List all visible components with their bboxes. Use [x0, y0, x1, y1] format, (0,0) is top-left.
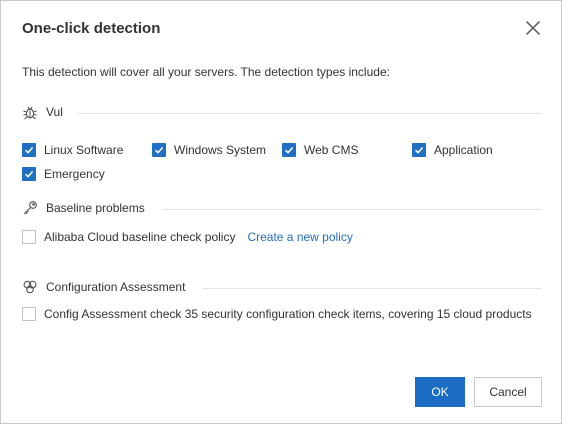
checkbox-checked-icon[interactable]: [22, 167, 36, 181]
intro-text: This detection will cover all your serve…: [22, 65, 390, 79]
bug-icon: [22, 104, 38, 120]
cancel-button[interactable]: Cancel: [474, 377, 542, 407]
checkbox-checked-icon[interactable]: [22, 143, 36, 157]
checkbox-linux-software[interactable]: Linux Software: [22, 143, 123, 157]
section-config-assessment: Configuration Assessment: [22, 279, 542, 297]
key-icon: [22, 200, 38, 216]
checkbox-windows-system[interactable]: Windows System: [152, 143, 266, 157]
section-divider: [162, 209, 542, 210]
section-baseline: Baseline problems: [22, 200, 542, 218]
section-baseline-label: Baseline problems: [46, 201, 155, 215]
checkbox-alibaba-baseline[interactable]: [22, 230, 36, 244]
checkbox-label: Emergency: [44, 167, 105, 181]
checkbox-label: Alibaba Cloud baseline check policy: [44, 230, 236, 244]
ok-button[interactable]: OK: [415, 377, 465, 407]
checkbox-emergency[interactable]: Emergency: [22, 167, 105, 181]
checkbox-label: Linux Software: [44, 143, 124, 157]
baseline-policy-row: Alibaba Cloud baseline check policy Crea…: [22, 230, 353, 244]
checkbox-label: Application: [434, 143, 493, 157]
checkbox-checked-icon[interactable]: [282, 143, 296, 157]
close-icon[interactable]: [523, 18, 543, 38]
checkbox-unchecked[interactable]: [22, 307, 36, 321]
checkbox-label: Web CMS: [304, 143, 359, 157]
one-click-detection-dialog: One-click detection This detection will …: [0, 0, 562, 424]
section-divider: [78, 113, 542, 114]
section-divider: [202, 288, 542, 289]
create-new-policy-link[interactable]: Create a new policy: [247, 230, 352, 244]
checkbox-checked-icon[interactable]: [152, 143, 166, 157]
checkbox-label: Config Assessment check 35 security conf…: [44, 307, 532, 321]
checkbox-web-cms[interactable]: Web CMS: [282, 143, 358, 157]
checkbox-label: Windows System: [174, 143, 267, 157]
section-config-label: Configuration Assessment: [46, 280, 196, 294]
checkbox-application[interactable]: Application: [412, 143, 493, 157]
checkbox-checked-icon[interactable]: [412, 143, 426, 157]
checkbox-config-assessment[interactable]: Config Assessment check 35 security conf…: [22, 307, 532, 321]
section-vul: Vul: [22, 104, 542, 122]
dialog-title: One-click detection: [22, 20, 161, 37]
circles-icon: [22, 279, 38, 295]
section-vul-label: Vul: [46, 105, 73, 119]
